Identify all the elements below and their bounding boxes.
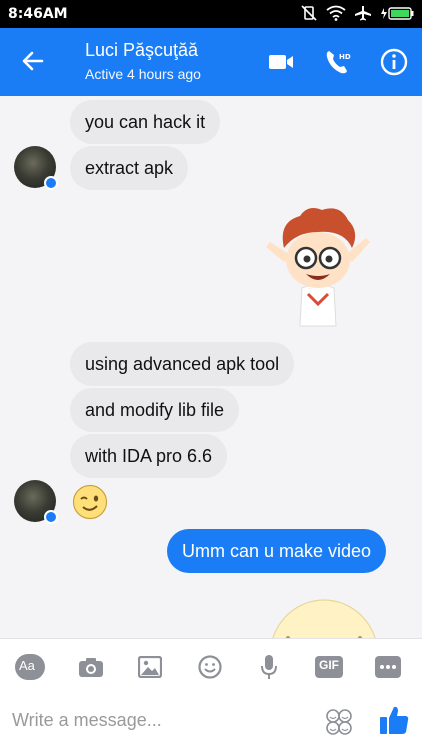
messenger-badge-icon (44, 176, 58, 190)
messenger-badge-icon (44, 510, 58, 524)
message-bubble-received[interactable]: and modify lib file (70, 388, 240, 432)
info-icon[interactable] (378, 46, 410, 78)
vibrate-off-icon (301, 5, 317, 21)
gallery-button[interactable] (136, 653, 164, 681)
status-bar: 8:46AM (0, 0, 422, 28)
message-input[interactable]: Write a message... (12, 710, 302, 736)
message-bubble-received[interactable]: extract apk (70, 146, 189, 190)
microphone-icon (261, 655, 277, 679)
back-arrow-icon[interactable] (18, 46, 48, 76)
more-button[interactable] (374, 653, 402, 681)
contact-avatar[interactable] (14, 480, 58, 524)
airplane-mode-icon (355, 6, 371, 21)
compose-bar: Write a message... (0, 694, 422, 750)
hd-call-icon[interactable]: HD (322, 46, 354, 78)
aa-label: Aa (19, 658, 35, 673)
emoji-button[interactable] (196, 653, 224, 681)
gallery-icon (138, 656, 162, 678)
contact-status: Active 4 hours ago (85, 66, 201, 82)
status-icons (300, 5, 414, 21)
conversation-header: Luci Păşcuţăă Active 4 hours ago HD (0, 28, 422, 96)
gif-button[interactable]: GIF (315, 653, 343, 681)
message-bubble-received[interactable]: using advanced apk tool (70, 342, 295, 386)
battery-charging-icon (381, 7, 414, 20)
gif-label: GIF (319, 658, 339, 672)
message-bubble-sent[interactable]: Umm can u make video (167, 529, 387, 573)
thumbs-up-icon[interactable] (379, 704, 409, 736)
composer-toolbar: Aa GIF (0, 638, 422, 694)
svg-text:HD: HD (339, 53, 351, 61)
microphone-button[interactable] (255, 653, 283, 681)
camera-icon (79, 658, 103, 677)
status-time: 8:46AM (8, 6, 68, 22)
camera-button[interactable] (77, 653, 105, 681)
message-bubble-received[interactable]: with IDA pro 6.6 (70, 434, 228, 478)
video-call-icon[interactable] (265, 46, 297, 78)
stickers-icon[interactable] (325, 708, 353, 736)
text-size-button[interactable]: Aa (15, 653, 45, 681)
boy-sticker[interactable] (264, 202, 372, 330)
emoji-icon (198, 655, 222, 679)
more-icon (375, 656, 401, 678)
message-bubble-received[interactable]: you can hack it (70, 100, 221, 144)
contact-avatar[interactable] (14, 146, 58, 190)
contact-name[interactable]: Luci Păşcuţăă (85, 40, 198, 61)
wink-emoji[interactable] (72, 484, 108, 520)
wifi-icon (326, 5, 346, 21)
